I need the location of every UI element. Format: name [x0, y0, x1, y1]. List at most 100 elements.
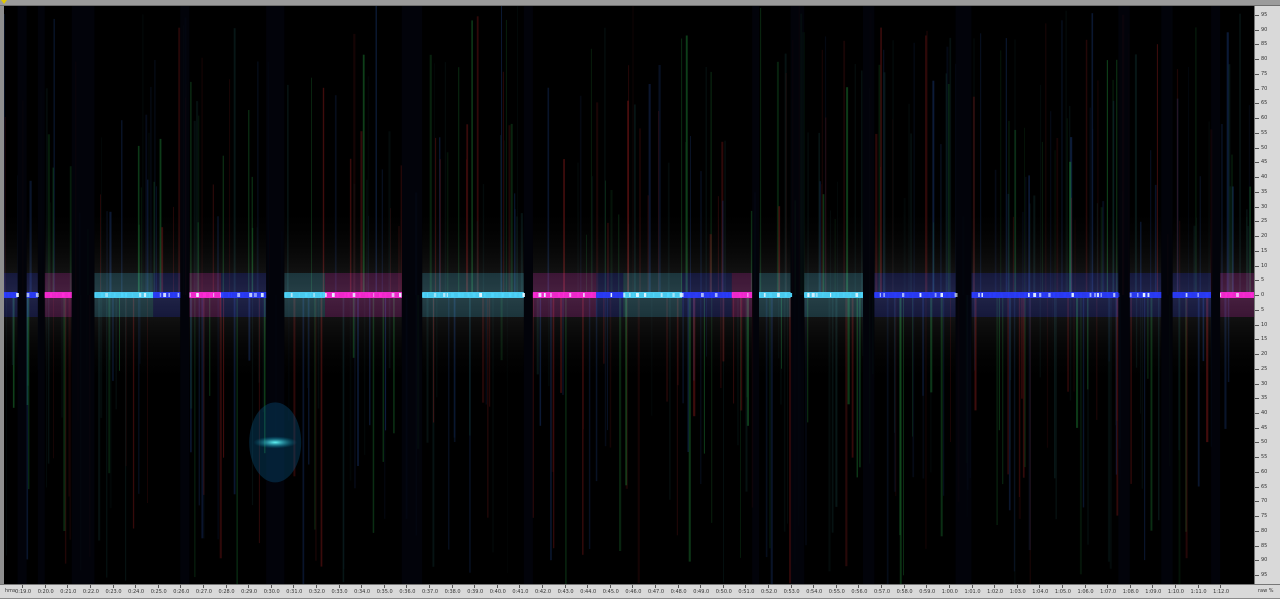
percent-tick-label: 40 — [1261, 174, 1268, 180]
core-spark — [433, 293, 437, 297]
percent-tick: 35 — [1255, 394, 1280, 402]
core-spark — [26, 293, 30, 297]
core-spark — [368, 293, 371, 297]
time-tick-label: 0:33.0 — [331, 589, 348, 595]
tick-mark — [1255, 118, 1259, 120]
core-spark — [1080, 293, 1082, 297]
core-spark — [811, 293, 815, 297]
percent-tick-label: 60 — [1261, 468, 1268, 475]
core-spark — [790, 293, 793, 297]
core-spark — [538, 293, 542, 297]
core-spark — [325, 293, 327, 297]
tick-mark — [1255, 309, 1259, 311]
core-spark — [954, 293, 958, 297]
percent-tick: 60 — [1255, 114, 1280, 122]
tick-mark — [1255, 73, 1259, 75]
percent-tick-label: 60 — [1261, 115, 1268, 122]
tick-mark — [1255, 280, 1259, 282]
percent-tick-label: 15 — [1261, 247, 1268, 254]
time-tick-label: 0:26.0 — [173, 589, 190, 595]
vectorscope-window: 95 90 85 80 75 70 65 60 55 50 45 40 35 30 25 20 15 10 5 0 5 1… — [0, 0, 1280, 598]
percent-tick-label: 70 — [1261, 498, 1268, 505]
percent-tick: 25 — [1255, 217, 1280, 225]
tick-mark — [1255, 486, 1259, 488]
percent-tick: 40 — [1255, 409, 1280, 417]
percent-tick-label: 70 — [1261, 85, 1268, 92]
percent-tick: 50 — [1255, 438, 1280, 446]
time-tick-label: 0:53.0 — [783, 589, 800, 595]
percent-tick: 75 — [1255, 70, 1280, 78]
spectrogram-canvas[interactable] — [4, 6, 1254, 584]
core-spark — [426, 293, 428, 297]
core-spark — [902, 293, 905, 297]
time-tick-label: 0:54.0 — [806, 589, 823, 595]
core-spark — [887, 293, 890, 297]
percent-tick: 45 — [1255, 424, 1280, 432]
core-spark — [596, 293, 599, 297]
core-spark — [508, 293, 512, 297]
core-spark — [583, 293, 585, 297]
core-spark — [44, 293, 47, 297]
core-spark — [298, 293, 300, 297]
center-core — [1172, 292, 1211, 298]
core-spark — [121, 293, 124, 297]
core-spark — [842, 293, 845, 297]
core-spark — [379, 293, 382, 297]
tick-mark — [1255, 59, 1259, 61]
core-spark — [879, 293, 881, 297]
core-spark — [446, 293, 448, 297]
tick-mark — [1255, 471, 1259, 473]
time-tick-label: 0:30.0 — [263, 589, 280, 595]
corner-marker-icon[interactable] — [1, 0, 7, 4]
core-spark — [168, 293, 170, 297]
percent-tick: 30 — [1255, 380, 1280, 388]
core-spark — [143, 293, 147, 297]
time-ruler: hms raw % 0:19.0 0:20.0 0:21.0 0:22.0 0:23.0… — [0, 584, 1280, 598]
percent-tick-label: 10 — [1261, 321, 1268, 328]
core-spark — [855, 293, 859, 297]
percent-tick: 40 — [1255, 173, 1280, 181]
core-spark — [695, 293, 698, 297]
center-core — [153, 292, 181, 298]
percent-tick-label: 55 — [1261, 129, 1268, 136]
core-spark — [1086, 293, 1089, 297]
tick-mark — [1255, 147, 1259, 149]
core-spark — [472, 293, 476, 297]
percent-ruler: 95 90 85 80 75 70 65 60 55 50 45 40 35 30 25 20 15 10 5 0 5 1… — [1254, 6, 1280, 584]
time-tick-label: 1:07.0 — [1100, 589, 1117, 595]
center-core — [532, 292, 597, 298]
tick-mark — [1255, 236, 1259, 237]
core-spark — [894, 293, 897, 297]
tick-mark — [1255, 457, 1259, 459]
core-spark — [10, 293, 13, 297]
core-spark — [1220, 293, 1222, 297]
center-core-layer — [4, 292, 1254, 298]
time-tick-label: 1:10.0 — [1167, 589, 1184, 595]
time-tick-label: 0:38.0 — [444, 589, 461, 595]
core-spark — [934, 293, 937, 297]
percent-tick-label: 50 — [1261, 144, 1268, 151]
core-spark — [1075, 293, 1079, 297]
core-spark — [615, 293, 617, 297]
core-spark — [496, 293, 498, 297]
core-spark — [577, 293, 580, 297]
percent-tick-label: 5 — [1261, 306, 1265, 313]
core-spark — [667, 293, 670, 297]
time-tick-label: 1:09.0 — [1145, 589, 1162, 595]
core-spark — [971, 293, 974, 297]
core-spark — [290, 293, 293, 297]
percent-tick-label: 90 — [1261, 26, 1268, 33]
core-spark — [710, 293, 714, 297]
time-tick-label: 0:19.0 — [15, 589, 32, 595]
percent-tick: 95 — [1255, 571, 1280, 579]
core-spark — [203, 293, 206, 297]
core-spark — [253, 293, 257, 297]
core-spark — [557, 293, 560, 297]
core-spark — [1000, 293, 1003, 297]
core-spark — [648, 293, 650, 297]
percent-tick: 85 — [1255, 542, 1280, 550]
percent-tick-label: 75 — [1261, 513, 1268, 520]
tick-mark — [1255, 368, 1259, 370]
core-spark — [688, 293, 691, 297]
percent-tick-label: 20 — [1261, 233, 1268, 239]
